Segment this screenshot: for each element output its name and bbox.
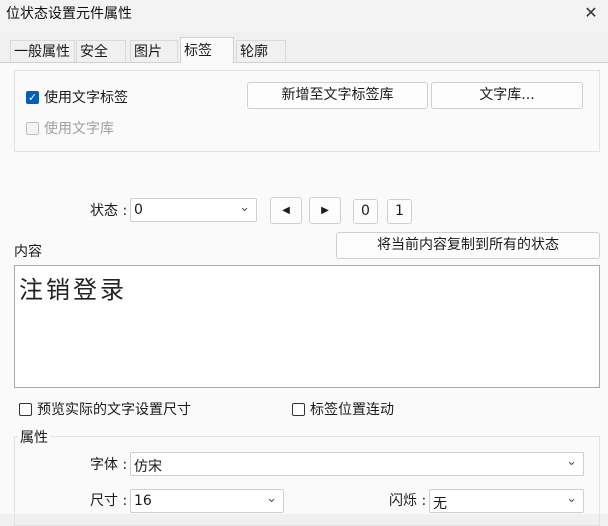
tab-label[interactable]: 标签 — [180, 37, 234, 63]
copy-to-all-states-button[interactable]: 将当前内容复制到所有的状态 — [336, 232, 600, 259]
triangle-right-icon: ▶ — [321, 205, 329, 216]
size-label: 尺寸 : — [90, 493, 128, 509]
state-label: 状态 : — [90, 203, 128, 219]
state-value: 0 — [134, 202, 143, 218]
use-text-label-checkbox[interactable]: ✓ — [26, 91, 39, 104]
state-1-button[interactable]: 1 — [387, 199, 412, 224]
content-text: 注销登录 — [19, 276, 127, 304]
font-select[interactable]: 仿宋 ⌄ — [130, 452, 584, 476]
chevron-down-icon: ⌄ — [566, 454, 577, 469]
add-to-text-library-button[interactable]: 新增至文字标签库 — [247, 82, 428, 109]
use-text-library-label: 使用文字库 — [44, 121, 114, 137]
size-select[interactable]: 16 ⌄ — [130, 489, 284, 513]
tab-security[interactable]: 安全 — [76, 40, 126, 62]
tab-outline[interactable]: 轮廓 — [236, 40, 286, 62]
tab-general[interactable]: 一般属性 — [10, 40, 75, 62]
window-title: 位状态设置元件属性 — [6, 6, 132, 22]
attributes-group-label: 属性 — [18, 430, 50, 446]
blink-value: 无 — [433, 496, 447, 512]
chevron-down-icon: ⌄ — [566, 491, 577, 506]
state-0-button[interactable]: 0 — [353, 199, 378, 224]
blink-select[interactable]: 无 ⌄ — [429, 489, 584, 513]
chevron-down-icon: ⌄ — [239, 200, 250, 215]
blink-label: 闪烁 : — [389, 493, 427, 509]
content-textarea[interactable]: 注销登录 — [14, 265, 600, 388]
close-icon[interactable]: ✕ — [574, 0, 608, 26]
font-value: 仿宋 — [134, 459, 162, 475]
chevron-down-icon: ⌄ — [266, 491, 277, 506]
state-select[interactable]: 0 ⌄ — [130, 198, 257, 222]
content-label: 内容 — [14, 244, 42, 260]
use-text-label-label[interactable]: 使用文字标签 — [44, 90, 128, 106]
next-state-button[interactable]: ▶ — [309, 197, 341, 224]
preview-actual-size-label[interactable]: 预览实际的文字设置尺寸 — [37, 402, 191, 418]
use-text-library-checkbox — [26, 122, 39, 135]
label-position-linked-checkbox[interactable] — [292, 403, 305, 416]
preview-actual-size-checkbox[interactable] — [19, 403, 32, 416]
previous-state-button[interactable]: ◀ — [270, 197, 302, 224]
font-label: 字体 : — [90, 457, 128, 473]
size-value: 16 — [134, 493, 152, 509]
triangle-left-icon: ◀ — [282, 205, 290, 216]
text-library-button[interactable]: 文字库... — [431, 82, 583, 109]
tab-picture[interactable]: 图片 — [130, 40, 178, 62]
label-position-linked-label[interactable]: 标签位置连动 — [310, 402, 394, 418]
